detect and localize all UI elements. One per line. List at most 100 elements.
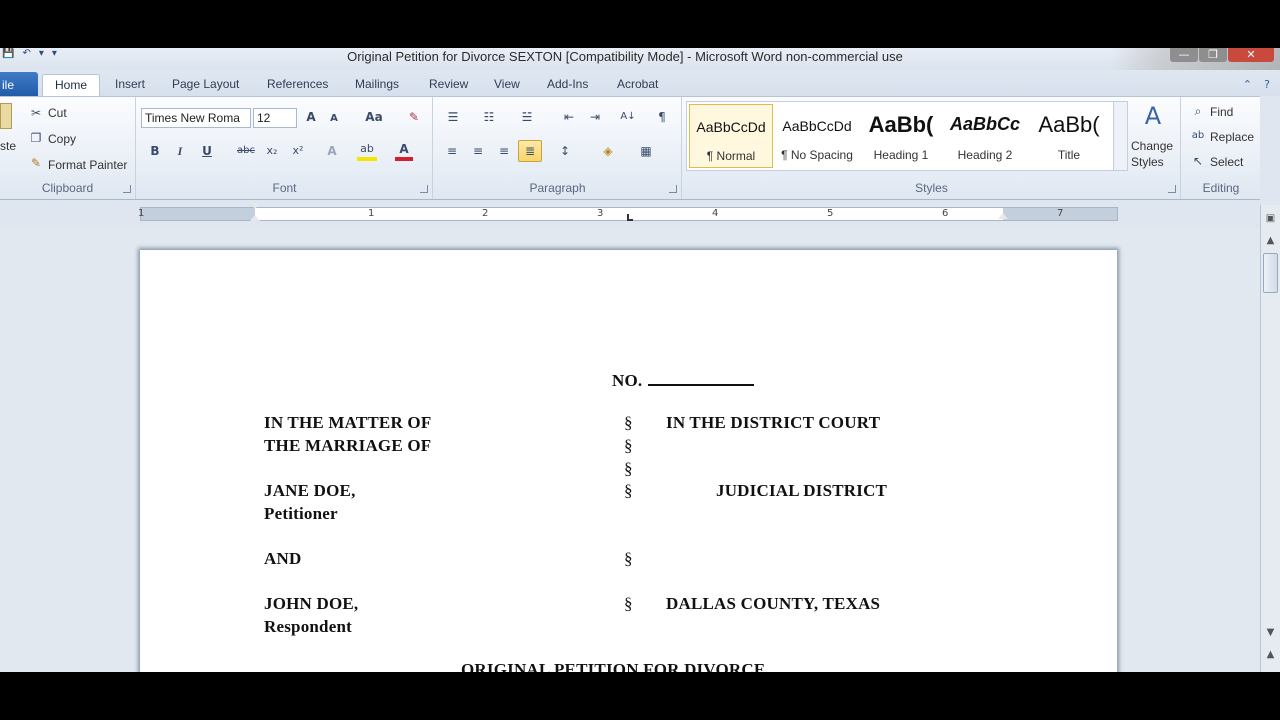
word-window: 💾 ↶ ▾ ▾ Original Petition for Divorce SE… [0,48,1280,672]
select-button[interactable]: Select [1210,155,1243,169]
multilevel-list-icon[interactable]: ☱ [516,109,538,125]
clear-formatting-icon[interactable]: ✎ [405,109,423,125]
document-page[interactable]: NO. IN THE MATTER OF THE MARRIAGE OF JAN… [140,250,1117,672]
case-number-line: NO. [612,370,755,391]
change-styles-label-2[interactable]: Styles [1131,155,1164,169]
scroll-thumb[interactable] [1263,253,1278,293]
style-normal[interactable]: AaBbCcDd ¶ Normal [689,104,773,168]
clipboard-label: Clipboard [41,181,94,195]
style-no-spacing[interactable]: AaBbCcDd ¶ No Spacing [775,104,859,168]
clipboard-launcher-icon[interactable] [123,185,131,193]
tab-view[interactable]: View [494,74,520,96]
tab-references[interactable]: References [267,74,328,96]
paragraph-launcher-icon[interactable] [669,185,677,193]
decrease-indent-icon[interactable]: ⇤ [560,109,578,125]
minimize-button[interactable]: — [1170,48,1198,62]
case-number-label: NO. [612,371,643,390]
petitioner-role: Petitioner [264,504,338,523]
grow-font-icon[interactable]: A [303,109,319,125]
style-normal-preview: AaBbCcDd [696,119,766,135]
text-effects-icon[interactable]: A [323,143,341,159]
align-left-icon[interactable]: ≡ [444,143,460,159]
scissors-icon: ✂ [30,106,42,120]
underline-button[interactable]: U [199,143,215,159]
change-styles-label-1[interactable]: Change [1131,139,1173,153]
right-indent-marker[interactable] [998,213,1008,219]
style-heading-1[interactable]: AaBb( Heading 1 [859,104,943,168]
shading-icon[interactable]: ◈ [598,143,618,159]
paste-label[interactable]: ste [0,139,16,153]
scroll-up-icon[interactable]: ▲ [1261,235,1280,246]
tab-review[interactable]: Review [429,74,468,96]
replace-button[interactable]: Replace [1210,130,1254,144]
paragraph-group: ☰ ☷ ☱ ⇤ ⇥ A↓ ¶ ≡ ≡ ≡ ≣ ↕ ◈ ▦ Paragraph [434,97,682,199]
highlight-icon[interactable]: ab [357,141,377,161]
borders-icon[interactable]: ▦ [636,143,656,159]
section-symbol: § [624,436,633,455]
title-bar: 💾 ↶ ▾ ▾ Original Petition for Divorce SE… [0,48,1280,78]
respondent-role: Respondent [264,617,352,636]
maximize-button[interactable]: ❐ [1199,48,1227,62]
style-heading-2-label: Heading 2 [957,148,1013,162]
horizontal-ruler[interactable]: 1 1 2 3 4 5 6 7 [138,203,1118,221]
numbering-icon[interactable]: ☷ [478,109,500,125]
tab-file[interactable]: ile [0,72,38,98]
help-icon[interactable]: ? [1264,78,1270,91]
font-label: Font [272,181,297,195]
ribbon-tabs: ile Home Insert Page Layout References M… [0,70,1280,98]
font-launcher-icon[interactable] [420,185,428,193]
scroll-down-icon[interactable]: ▼ [1261,627,1280,638]
font-size-box[interactable]: 12 [253,108,297,128]
and-line: AND [264,549,302,568]
italic-button[interactable]: I [172,143,188,159]
shrink-font-icon[interactable]: A [327,111,341,127]
ruler-left-margin [141,208,255,220]
style-heading-2[interactable]: AaBbCc Heading 2 [943,104,1027,168]
tab-home[interactable]: Home [42,74,101,96]
previous-page-icon[interactable]: ▲ [1261,649,1280,660]
ruler-number: 7 [1057,208,1064,219]
find-button[interactable]: Find [1210,105,1233,119]
font-color-icon[interactable]: A [395,141,413,161]
show-formatting-icon[interactable]: ¶ [654,109,670,125]
indent-marker[interactable] [250,203,260,225]
ruler-toggle-icon[interactable]: ▣ [1261,213,1280,224]
close-button[interactable]: ✕ [1228,48,1274,62]
tab-insert[interactable]: Insert [115,74,145,96]
tab-acrobat[interactable]: Acrobat [617,74,658,96]
section-symbol: § [624,549,633,568]
tab-stop-marker[interactable] [627,214,633,221]
align-center-icon[interactable]: ≡ [470,143,486,159]
styles-gallery-scroll[interactable] [1113,102,1127,170]
font-name-box[interactable]: Times New Roma [141,108,251,128]
styles-launcher-icon[interactable] [1168,185,1176,193]
copy-button[interactable]: Copy [48,132,76,146]
tab-mailings[interactable]: Mailings [355,74,399,96]
superscript-button[interactable]: x² [289,143,307,159]
county-line: DALLAS COUNTY, TEXAS [666,594,881,613]
vertical-scrollbar[interactable]: ▣ ▲ ▼ ▲ [1260,205,1280,672]
format-painter-button[interactable]: Format Painter [48,158,127,172]
paste-icon[interactable] [0,103,12,129]
ruler-number: 1 [368,208,375,219]
change-case-icon[interactable]: Aa [361,109,387,125]
bold-button[interactable]: B [147,143,163,159]
bullets-icon[interactable]: ☰ [442,109,464,125]
ruler-bar: 1 1 2 3 4 5 6 7 [0,201,1260,228]
petitioner-name: JANE DOE, [264,481,356,500]
respondent-name: JOHN DOE, [264,594,359,613]
justify-icon[interactable]: ≣ [518,140,542,162]
align-right-icon[interactable]: ≡ [496,143,512,159]
line-spacing-icon[interactable]: ↕ [554,143,576,159]
change-styles-icon[interactable]: A [1135,101,1171,131]
ribbon-minimize-icon[interactable]: ⌃ [1243,78,1252,91]
strikethrough-button[interactable]: abc [235,143,257,159]
cut-button[interactable]: Cut [48,106,67,120]
caption-line: IN THE MATTER OF [264,413,432,432]
sort-icon[interactable]: A↓ [618,109,638,125]
tab-page-layout[interactable]: Page Layout [172,74,239,96]
tab-add-ins[interactable]: Add-Ins [547,74,588,96]
style-title[interactable]: AaBb( Title [1027,104,1111,168]
subscript-button[interactable]: x₂ [263,143,281,159]
increase-indent-icon[interactable]: ⇥ [586,109,604,125]
